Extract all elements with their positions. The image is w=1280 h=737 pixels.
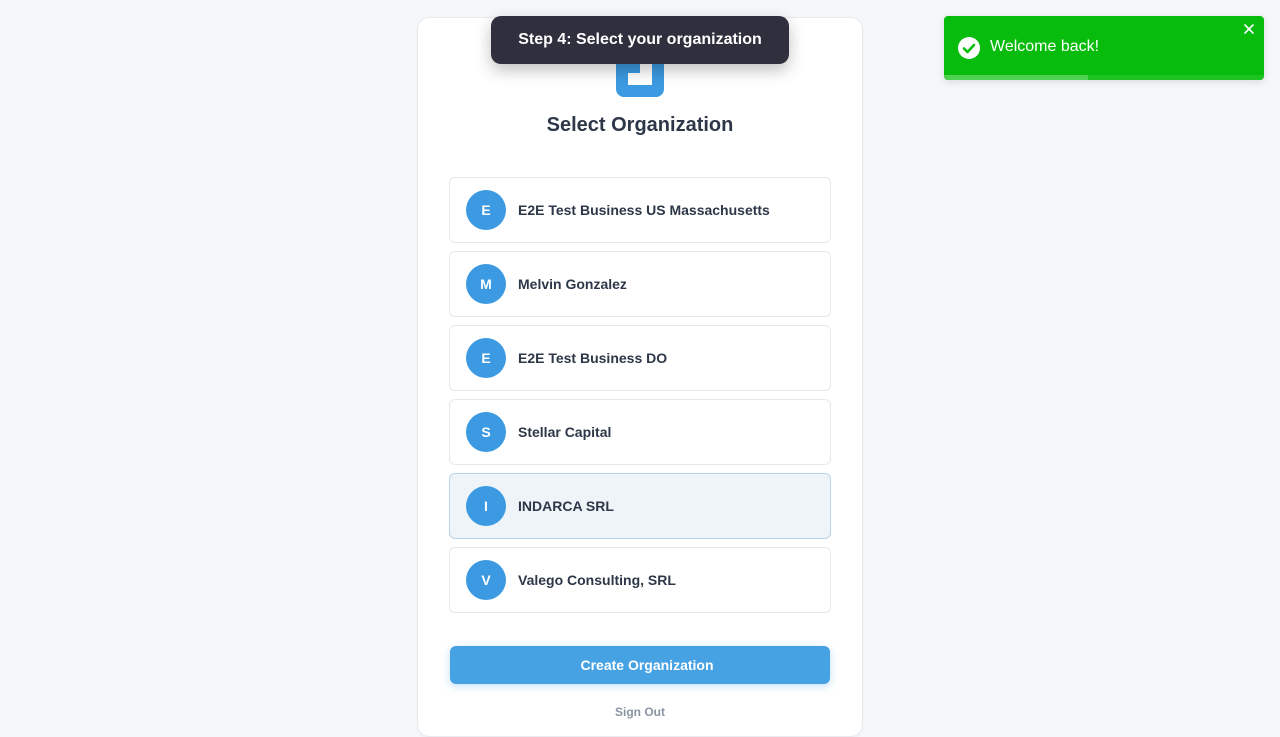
org-name: Melvin Gonzalez [518, 276, 627, 292]
org-item[interactable]: S Stellar Capital [449, 399, 831, 465]
org-name: E2E Test Business DO [518, 350, 668, 366]
org-item[interactable]: V Valego Consulting, SRL [449, 547, 831, 613]
sign-out-link[interactable]: Sign Out [417, 705, 863, 719]
page-title: Select Organization [546, 114, 734, 136]
close-icon[interactable] [1242, 22, 1256, 36]
org-name: Stellar Capital [518, 424, 612, 440]
org-avatar: E [466, 190, 506, 230]
org-avatar: E [466, 338, 506, 378]
org-avatar: S [466, 412, 506, 452]
create-organization-button[interactable]: Create Organization [450, 646, 830, 684]
organization-list: E E2E Test Business US Massachusetts M M… [449, 177, 831, 621]
org-item[interactable]: M Melvin Gonzalez [449, 251, 831, 317]
step-tooltip-text: Step 4: Select your organization [518, 31, 762, 48]
org-name: Valego Consulting, SRL [518, 572, 676, 588]
check-circle-icon [958, 37, 980, 59]
toast-progress-track [944, 75, 1264, 80]
org-avatar: I [466, 486, 506, 526]
org-avatar: M [466, 264, 506, 304]
org-item-selected[interactable]: I INDARCA SRL [449, 473, 831, 539]
org-name: E2E Test Business US Massachusetts [518, 202, 770, 218]
org-avatar: V [466, 560, 506, 600]
step-tooltip: Step 4: Select your organization [491, 16, 789, 64]
org-item[interactable]: E E2E Test Business DO [449, 325, 831, 391]
welcome-toast: Welcome back! [944, 16, 1264, 80]
toast-message: Welcome back! [990, 38, 1100, 55]
org-name: INDARCA SRL [518, 498, 614, 514]
toast-progress-bar [944, 75, 1088, 80]
org-item[interactable]: E E2E Test Business US Massachusetts [449, 177, 831, 243]
